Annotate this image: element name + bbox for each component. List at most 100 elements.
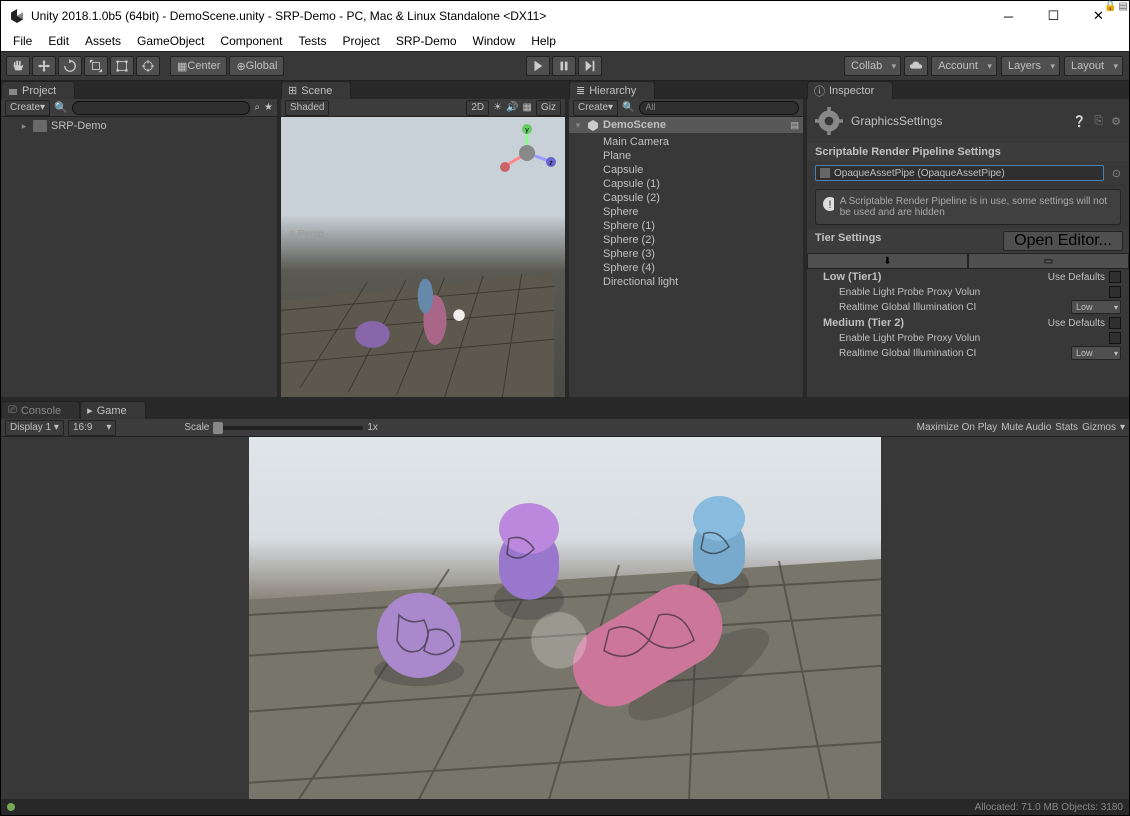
settings-icon[interactable]: ⚙ [1111,115,1121,128]
hierarchy-tab[interactable]: ≣ Hierarchy [569,81,655,99]
settings-gear-icon [815,107,843,135]
use-defaults-checkbox[interactable] [1109,317,1121,329]
property-dropdown[interactable]: Low [1071,346,1121,360]
console-tab[interactable]: ⎚ Console [1,401,80,419]
pivot-center-button[interactable]: ▦ Center [170,56,227,76]
account-dropdown[interactable]: Account [931,56,997,76]
inspector-tab[interactable]: ⓘ Inspector [807,81,893,99]
hierarchy-item[interactable]: Sphere (3) [569,247,803,261]
menu-srp-demo[interactable]: SRP-Demo [390,32,463,50]
pipeline-asset-field[interactable]: OpaqueAssetPipe (OpaqueAssetPipe) [815,165,1104,181]
scene-menu-icon[interactable]: ▤ [790,120,799,131]
lighting-icon[interactable]: ☀ [493,102,502,113]
scale-slider[interactable] [213,426,363,430]
tier-tab-web[interactable]: ⬇ [807,253,968,269]
menu-window[interactable]: Window [467,32,522,50]
window-maximize-button[interactable]: ☐ [1031,2,1076,30]
perspective-label[interactable]: ≡ Persp [289,229,324,240]
stats-toggle[interactable]: Stats [1055,422,1078,433]
menu-help[interactable]: Help [525,32,562,50]
hierarchy-search-input[interactable]: All [639,101,800,115]
orientation-gizmo-icon[interactable]: y z [497,123,557,183]
menu-gameobject[interactable]: GameObject [131,32,210,50]
game-view[interactable] [1,437,1129,799]
hierarchy-scene-row[interactable]: ▾ DemoScene ▤ [569,117,803,133]
hand-tool-button[interactable] [6,56,30,76]
use-defaults-checkbox[interactable] [1109,271,1121,283]
gizmos-dropdown[interactable]: Giz [536,100,561,116]
status-bar: Allocated: 71.0 MB Objects: 3180 [1,799,1129,815]
rotate-tool-button[interactable] [58,56,82,76]
pause-button[interactable] [552,56,576,76]
property-row: Realtime Global Illumination CILow [807,345,1129,361]
menu-tests[interactable]: Tests [292,32,332,50]
hierarchy-item[interactable]: Sphere [569,205,803,219]
window-minimize-button[interactable]: ─ [986,2,1031,30]
gizmos-toggle[interactable]: Gizmos [1082,422,1116,433]
audio-icon[interactable]: 🔊 [506,102,518,113]
menu-component[interactable]: Component [214,32,288,50]
step-button[interactable] [578,56,602,76]
filter-icon[interactable]: ⌕ [254,102,260,113]
move-tool-button[interactable] [32,56,56,76]
game-tab[interactable]: ▸ Game [80,401,146,419]
hierarchy-item-label: Sphere (3) [603,248,655,260]
property-label: Realtime Global Illumination CI [839,348,1071,359]
fx-icon[interactable]: ▦ [523,102,532,113]
hierarchy-item[interactable]: Sphere (2) [569,233,803,247]
preset-icon[interactable]: ⎘ [1094,115,1103,128]
expand-caret-icon[interactable]: ▾ [573,120,583,131]
rect-tool-button[interactable] [110,56,134,76]
cloud-button[interactable] [904,56,928,76]
project-folder-row[interactable]: ▸ SRP-Demo [1,119,277,133]
open-editor-button[interactable]: Open Editor... [1003,231,1123,251]
favorite-icon[interactable]: ★ [264,102,273,113]
project-create-dropdown[interactable]: Create ▾ [5,100,50,116]
menu-assets[interactable]: Assets [79,32,127,50]
tier-tab-standalone[interactable]: ▭ [968,253,1129,269]
hierarchy-item-label: Sphere (2) [603,234,655,246]
hierarchy-item[interactable]: Capsule (1) [569,177,803,191]
project-tab[interactable]: Project [1,81,75,99]
maximize-on-play-toggle[interactable]: Maximize On Play [917,422,998,433]
hierarchy-toolbar: Create ▾ 🔍 All [569,99,803,117]
project-tab-header: Project 🔒 ▤ [1,81,277,99]
shaded-dropdown[interactable]: Shaded [285,100,329,116]
hierarchy-scene-label: DemoScene [603,119,666,131]
layout-dropdown[interactable]: Layout [1064,56,1123,76]
menu-project[interactable]: Project [336,32,385,50]
transform-tool-button[interactable] [136,56,160,76]
help-icon[interactable]: ❔ [1073,115,1087,128]
hierarchy-item[interactable]: Capsule (2) [569,191,803,205]
expand-caret-icon[interactable]: ▸ [19,121,29,132]
scale-tool-button[interactable] [84,56,108,76]
hierarchy-item[interactable]: Plane [569,149,803,163]
layers-dropdown[interactable]: Layers [1001,56,1060,76]
scene-view[interactable]: y z ≡ Persp [281,117,565,397]
property-checkbox[interactable] [1109,286,1121,298]
aspect-dropdown[interactable]: 16:9 ▾ [68,420,116,436]
mode-2d-toggle[interactable]: 2D [466,100,489,116]
scene-tab[interactable]: ⊞ Scene [281,81,351,99]
hierarchy-item[interactable]: Main Camera [569,135,803,149]
panel-menu-icon[interactable]: ▤ [1119,1,1128,12]
pivot-global-button[interactable]: ⊕ Global [229,56,284,76]
display-dropdown[interactable]: Display 1 ▾ [5,420,64,436]
hierarchy-item[interactable]: Sphere (1) [569,219,803,233]
hierarchy-item[interactable]: Directional light [569,275,803,289]
lock-icon[interactable]: 🔒 [1104,1,1116,12]
console-tab-label: Console [21,405,61,417]
menu-edit[interactable]: Edit [42,32,75,50]
mute-audio-toggle[interactable]: Mute Audio [1001,422,1051,433]
hierarchy-create-dropdown[interactable]: Create ▾ [573,100,618,116]
project-search-input[interactable] [72,101,251,115]
object-picker-icon[interactable]: ⊙ [1112,167,1129,180]
menu-file[interactable]: File [7,32,38,50]
hierarchy-item[interactable]: Capsule [569,163,803,177]
collab-dropdown[interactable]: Collab [844,56,901,76]
property-checkbox[interactable] [1109,332,1121,344]
search-icon[interactable]: 🔍 [54,101,68,114]
property-dropdown[interactable]: Low [1071,300,1121,314]
hierarchy-item[interactable]: Sphere (4) [569,261,803,275]
play-button[interactable] [526,56,550,76]
